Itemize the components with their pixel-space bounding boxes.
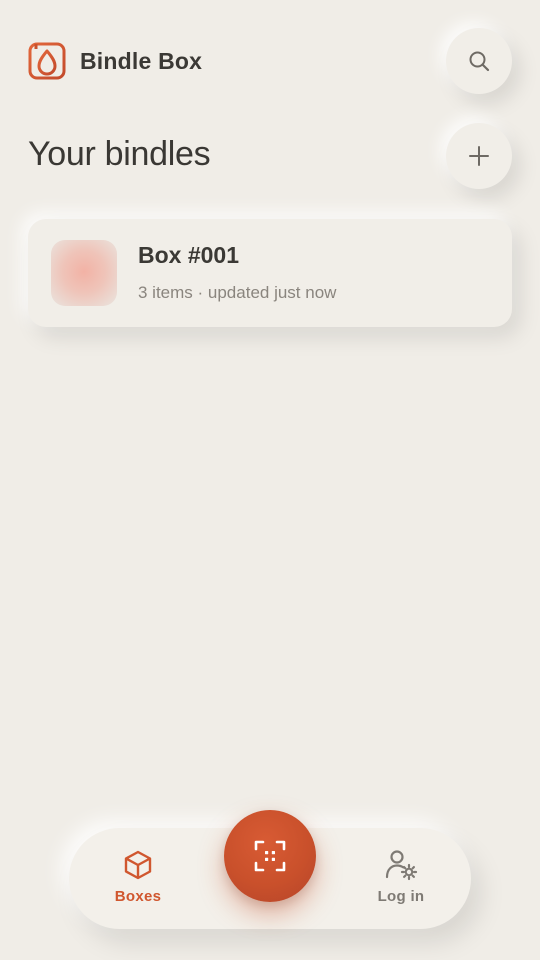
nav-label-boxes: Boxes [114, 888, 162, 905]
plus-icon [469, 146, 489, 166]
search-button[interactable] [446, 28, 512, 94]
app-title: Bindle Box [80, 47, 203, 74]
nav-label-login: Log in [377, 888, 425, 905]
scan-icon [254, 840, 286, 872]
scan-button[interactable] [224, 810, 316, 902]
box-subtitle: 3 items · updated just now [138, 283, 337, 302]
box-title: Box #001 [138, 242, 240, 268]
search-icon [469, 51, 490, 72]
bindle-logo-icon [28, 42, 66, 80]
user-settings-icon [385, 850, 418, 881]
add-box-button[interactable] [446, 123, 512, 189]
box-card[interactable]: Box #001 3 items · updated just now [28, 219, 512, 327]
section-title: Your bindles [28, 135, 211, 173]
nav-item-boxes[interactable]: Boxes [78, 848, 198, 905]
app-header: Bindle Box [28, 28, 512, 94]
box-icon [124, 850, 152, 880]
bindles-section-header: Your bindles [28, 123, 512, 189]
nav-item-login[interactable]: Log in [341, 848, 461, 905]
box-thumbnail [51, 240, 117, 306]
